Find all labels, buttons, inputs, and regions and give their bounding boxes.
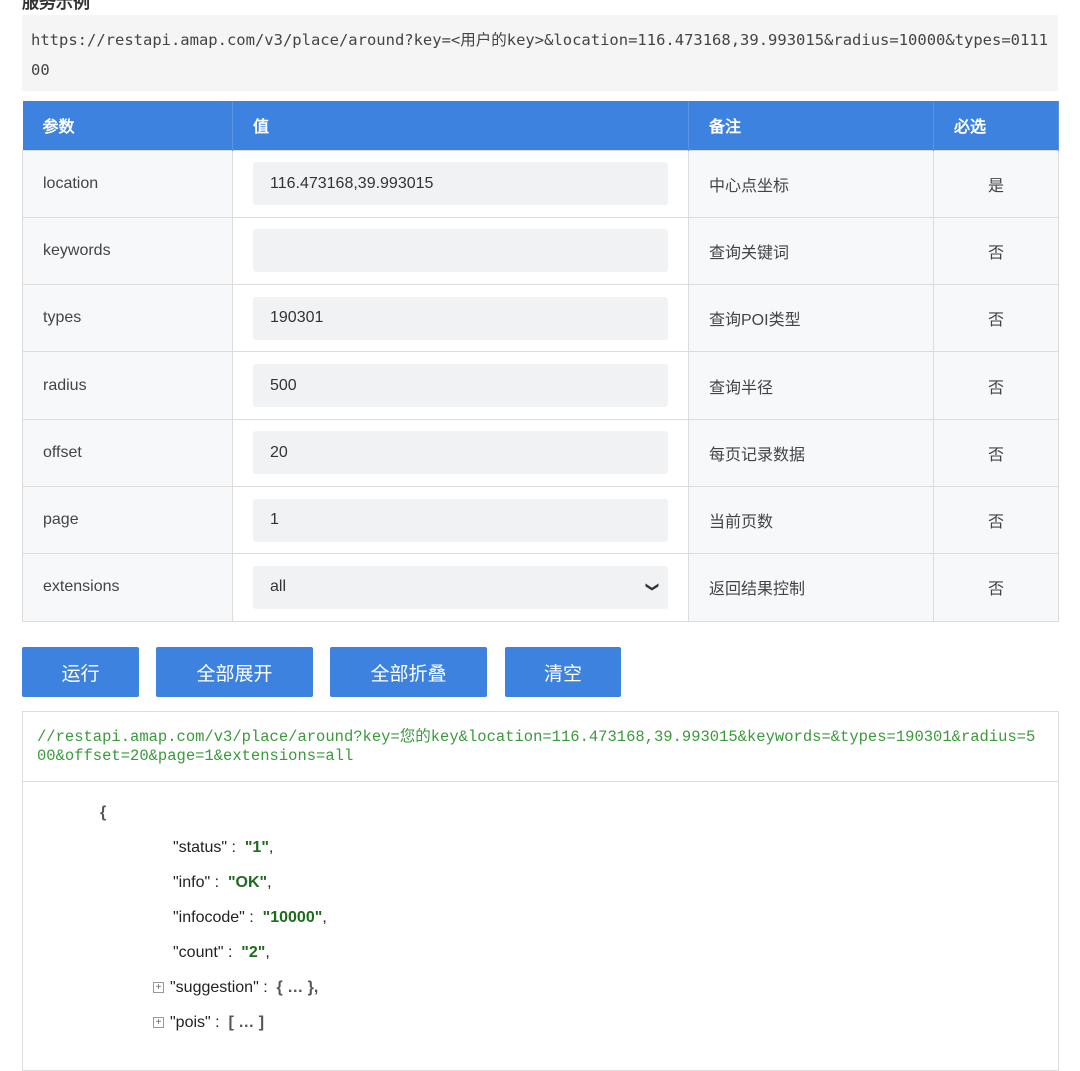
json-field-pois: + "pois" : [ … ] <box>153 1014 264 1032</box>
field-value: 20 <box>270 443 288 461</box>
param-name: location <box>22 149 233 218</box>
location-input[interactable]: 116.473168,39.993015 <box>253 162 668 206</box>
param-note: 查询半径 <box>688 351 934 420</box>
param-required: 否 <box>933 553 1059 622</box>
params-table: 参数 值 备注 必选 location 116.473168,39.993015… <box>22 101 1059 622</box>
result-panel: //restapi.amap.com/v3/place/around?key=您… <box>22 711 1059 1071</box>
param-required: 否 <box>933 485 1059 555</box>
param-note: 当前页数 <box>688 485 934 555</box>
param-name: offset <box>22 418 233 487</box>
header-value: 值 <box>232 101 689 150</box>
open-brace: { <box>100 804 107 821</box>
json-field-suggestion: + "suggestion" : { … }, <box>153 979 318 997</box>
json-field-status: "status" : "1", <box>173 839 274 856</box>
param-name: page <box>22 485 233 555</box>
json-collapsed-value[interactable]: { … }, <box>277 979 319 996</box>
json-key: "suggestion" <box>170 979 259 996</box>
expand-icon[interactable]: + <box>153 982 164 994</box>
json-key: "infocode" <box>173 909 245 926</box>
json-key: "info" <box>173 874 211 891</box>
section-title: 服务示例 <box>22 0 90 12</box>
table-row: location 116.473168,39.993015 中心点坐标 是 <box>22 149 1059 218</box>
param-name: keywords <box>22 216 233 286</box>
json-value: "10000" <box>262 909 323 926</box>
request-url: //restapi.amap.com/v3/place/around?key=您… <box>23 712 1058 782</box>
field-value: 190301 <box>270 309 324 327</box>
json-key: "status" <box>173 839 228 856</box>
json-key: "count" <box>173 944 224 961</box>
json-value: "2" <box>241 944 266 961</box>
header-required: 必选 <box>933 101 1059 150</box>
param-required: 是 <box>933 149 1059 218</box>
param-name: types <box>22 284 233 353</box>
param-required: 否 <box>933 351 1059 420</box>
param-required: 否 <box>933 216 1059 286</box>
header-note: 备注 <box>688 101 934 150</box>
json-field-infocode: "infocode" : "10000", <box>173 909 327 926</box>
example-url: https://restapi.amap.com/v3/place/around… <box>22 15 1058 91</box>
expand-all-button[interactable]: 全部展开 <box>156 647 313 697</box>
json-field-count: "count" : "2", <box>173 944 270 961</box>
field-value: 1 <box>270 511 279 529</box>
table-row: extensions all ❯ 返回结果控制 否 <box>22 553 1059 622</box>
table-row: types 190301 查询POI类型 否 <box>22 284 1059 353</box>
offset-input[interactable]: 20 <box>253 431 668 475</box>
types-input[interactable]: 190301 <box>253 296 668 340</box>
table-row: page 1 当前页数 否 <box>22 485 1059 555</box>
param-note: 查询POI类型 <box>688 284 934 353</box>
param-required: 否 <box>933 418 1059 487</box>
keywords-input[interactable] <box>253 229 668 273</box>
field-value: 500 <box>270 376 297 394</box>
table-row: offset 20 每页记录数据 否 <box>22 418 1059 487</box>
expand-icon[interactable]: + <box>153 1017 164 1029</box>
json-key: "pois" <box>170 1014 211 1031</box>
table-row: keywords 查询关键词 否 <box>22 216 1059 286</box>
extensions-select[interactable]: all ❯ <box>253 565 668 609</box>
param-name: extensions <box>22 553 233 622</box>
param-note: 每页记录数据 <box>688 418 934 487</box>
header-param: 参数 <box>22 101 233 150</box>
json-collapsed-value[interactable]: [ … ] <box>229 1014 265 1031</box>
json-field-info: "info" : "OK", <box>173 874 272 891</box>
param-note: 中心点坐标 <box>688 149 934 218</box>
radius-input[interactable]: 500 <box>253 364 668 408</box>
clear-button[interactable]: 清空 <box>505 647 621 697</box>
collapse-all-button[interactable]: 全部折叠 <box>330 647 487 697</box>
chevron-down-icon: ❯ <box>645 581 661 593</box>
param-required: 否 <box>933 284 1059 353</box>
field-value: 116.473168,39.993015 <box>270 174 434 192</box>
param-note: 查询关键词 <box>688 216 934 286</box>
table-row: radius 500 查询半径 否 <box>22 351 1059 420</box>
page-input[interactable]: 1 <box>253 498 668 542</box>
json-value: "OK" <box>227 874 268 891</box>
json-value: "1" <box>244 839 269 856</box>
param-name: radius <box>22 351 233 420</box>
run-button[interactable]: 运行 <box>22 647 139 697</box>
field-value: all <box>270 578 287 596</box>
param-note: 返回结果控制 <box>688 553 934 622</box>
